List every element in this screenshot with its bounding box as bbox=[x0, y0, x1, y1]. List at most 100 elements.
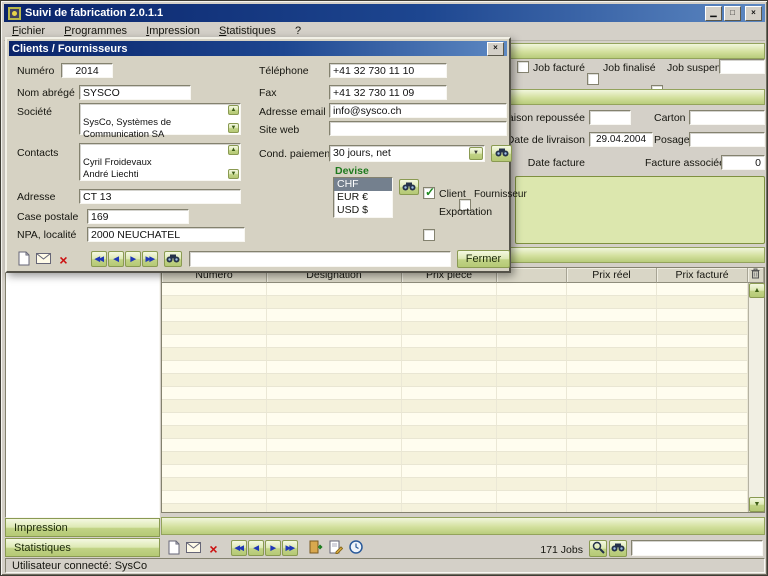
table-row[interactable] bbox=[162, 452, 748, 465]
table-row[interactable] bbox=[162, 439, 748, 452]
facture-associee-field[interactable] bbox=[721, 155, 765, 170]
payment-terms-search-button[interactable] bbox=[491, 145, 512, 162]
col-prix-facture[interactable]: Prix facturé bbox=[657, 268, 748, 283]
scroll-down-button[interactable]: ▼ bbox=[749, 497, 765, 512]
search-jobs-button[interactable] bbox=[609, 540, 627, 557]
table-row[interactable] bbox=[162, 322, 748, 335]
client-search-input[interactable] bbox=[189, 251, 451, 267]
devise-option-eur[interactable]: EUR € bbox=[334, 191, 392, 204]
case-postale-field[interactable] bbox=[87, 209, 189, 224]
exportation-checkbox[interactable] bbox=[423, 229, 435, 241]
table-row[interactable] bbox=[162, 504, 748, 512]
client-nav-prev-button[interactable]: ◀ bbox=[108, 251, 124, 267]
modify-job-button[interactable] bbox=[185, 540, 202, 557]
fax-field[interactable] bbox=[329, 85, 447, 100]
window-titlebar[interactable]: Suivi de fabrication 2.0.1.1 ▁ □ × bbox=[4, 4, 765, 22]
client-search-button[interactable] bbox=[164, 251, 182, 267]
fournisseur-label: Fournisseur bbox=[474, 189, 527, 200]
fermer-label: Fermer bbox=[466, 253, 501, 265]
jobs-nav-next-button[interactable]: ▶ bbox=[265, 540, 281, 556]
dialog-title: Clients / Fournisseurs bbox=[12, 43, 483, 55]
delete-icon: × bbox=[209, 542, 217, 556]
minimize-button[interactable]: ▁ bbox=[705, 6, 722, 21]
new-job-button[interactable] bbox=[165, 540, 182, 557]
table-row[interactable] bbox=[162, 348, 748, 361]
jobs-nav-first-button[interactable]: ◀◀ bbox=[231, 540, 247, 556]
new-client-button[interactable] bbox=[15, 251, 32, 268]
date-livraison-field[interactable] bbox=[589, 132, 653, 147]
maximize-button[interactable]: □ bbox=[724, 6, 741, 21]
societe-field[interactable]: SysCo, Systèmes de Communication SA ▲ ▼ bbox=[79, 103, 241, 135]
table-row[interactable] bbox=[162, 283, 748, 296]
binoculars-icon bbox=[495, 147, 509, 160]
devise-option-usd[interactable]: USD $ bbox=[334, 204, 392, 217]
fermer-button[interactable]: Fermer bbox=[457, 250, 510, 268]
quick-search-button[interactable] bbox=[589, 540, 607, 557]
email-field[interactable] bbox=[329, 103, 507, 118]
contacts-scroll-up[interactable]: ▲ bbox=[228, 145, 239, 155]
window-title: Suivi de fabrication 2.0.1.1 bbox=[25, 7, 701, 19]
edit-document-button[interactable] bbox=[327, 540, 344, 557]
col-prix-reel[interactable]: Prix réel bbox=[567, 268, 657, 283]
contacts-scroll-down[interactable]: ▼ bbox=[228, 169, 239, 179]
table-row[interactable] bbox=[162, 296, 748, 309]
jobs-search-input[interactable] bbox=[631, 540, 763, 556]
delete-client-button[interactable]: × bbox=[55, 251, 72, 268]
devise-listbox[interactable]: CHF EUR € USD $ bbox=[333, 177, 393, 218]
sidebar-item-statistiques[interactable]: Statistiques bbox=[5, 538, 160, 557]
dialog-close-button[interactable]: × bbox=[487, 42, 504, 56]
table-row[interactable] bbox=[162, 309, 748, 322]
nom-abrege-field[interactable] bbox=[79, 85, 191, 100]
livraison-repoussee-field[interactable] bbox=[589, 110, 631, 125]
client-checkbox[interactable] bbox=[423, 187, 435, 199]
telephone-field[interactable] bbox=[329, 63, 447, 78]
posage-field[interactable] bbox=[689, 132, 765, 147]
table-row[interactable] bbox=[162, 374, 748, 387]
societe-scroll-down[interactable]: ▼ bbox=[228, 123, 239, 133]
numero-field[interactable] bbox=[61, 63, 113, 78]
dialog-titlebar[interactable]: Clients / Fournisseurs × bbox=[9, 41, 507, 56]
remarks-area[interactable] bbox=[515, 176, 765, 244]
table-row[interactable] bbox=[162, 400, 748, 413]
delete-job-button[interactable]: × bbox=[205, 540, 222, 557]
devise-option-chf[interactable]: CHF bbox=[334, 178, 392, 191]
table-row[interactable] bbox=[162, 465, 748, 478]
last-record-icon: ▶▶ bbox=[146, 255, 155, 263]
case-postale-label: Case postale bbox=[17, 211, 78, 223]
sidebar-item-impression[interactable]: Impression bbox=[5, 518, 160, 537]
table-row[interactable] bbox=[162, 361, 748, 374]
table-row[interactable] bbox=[162, 413, 748, 426]
delete-row-header[interactable] bbox=[748, 268, 764, 283]
modify-client-button[interactable] bbox=[35, 251, 52, 268]
devise-search-button[interactable] bbox=[399, 179, 419, 195]
payment-terms-dropdown-button[interactable]: ▼ bbox=[469, 147, 483, 160]
jobs-nav-last-button[interactable]: ▶▶ bbox=[282, 540, 298, 556]
export-button[interactable] bbox=[307, 540, 324, 557]
table-row[interactable] bbox=[162, 478, 748, 491]
last-record-icon: ▶▶ bbox=[286, 544, 295, 552]
site-web-field[interactable] bbox=[329, 121, 507, 136]
table-scrollbar[interactable]: ▲ ▼ bbox=[748, 283, 764, 512]
history-button[interactable] bbox=[347, 540, 364, 557]
scroll-up-button[interactable]: ▲ bbox=[749, 283, 765, 298]
clients-dialog: Clients / Fournisseurs × Numéro Nom abré… bbox=[5, 37, 511, 273]
job-suspendu-field[interactable] bbox=[719, 59, 765, 74]
client-nav-next-button[interactable]: ▶ bbox=[125, 251, 141, 267]
client-nav-last-button[interactable]: ▶▶ bbox=[142, 251, 158, 267]
payment-terms-select[interactable]: 30 jours, net ▼ bbox=[329, 145, 485, 162]
jobs-nav-prev-button[interactable]: ◀ bbox=[248, 540, 264, 556]
societe-scroll-up[interactable]: ▲ bbox=[228, 105, 239, 115]
close-button[interactable]: × bbox=[745, 6, 762, 21]
job-facture-checkbox[interactable] bbox=[517, 61, 529, 73]
contacts-field[interactable]: Cyril Froidevaux André Liechti ▲ ▼ bbox=[79, 143, 241, 181]
adresse-field[interactable] bbox=[79, 189, 241, 204]
table-row[interactable] bbox=[162, 335, 748, 348]
carton-field[interactable] bbox=[689, 110, 765, 125]
table-row[interactable] bbox=[162, 491, 748, 504]
client-nav-first-button[interactable]: ◀◀ bbox=[91, 251, 107, 267]
table-row[interactable] bbox=[162, 426, 748, 439]
npa-localite-field[interactable] bbox=[87, 227, 245, 242]
nom-abrege-label: Nom abrégé bbox=[17, 87, 75, 99]
job-finalise-checkbox[interactable] bbox=[587, 73, 599, 85]
table-row[interactable] bbox=[162, 387, 748, 400]
